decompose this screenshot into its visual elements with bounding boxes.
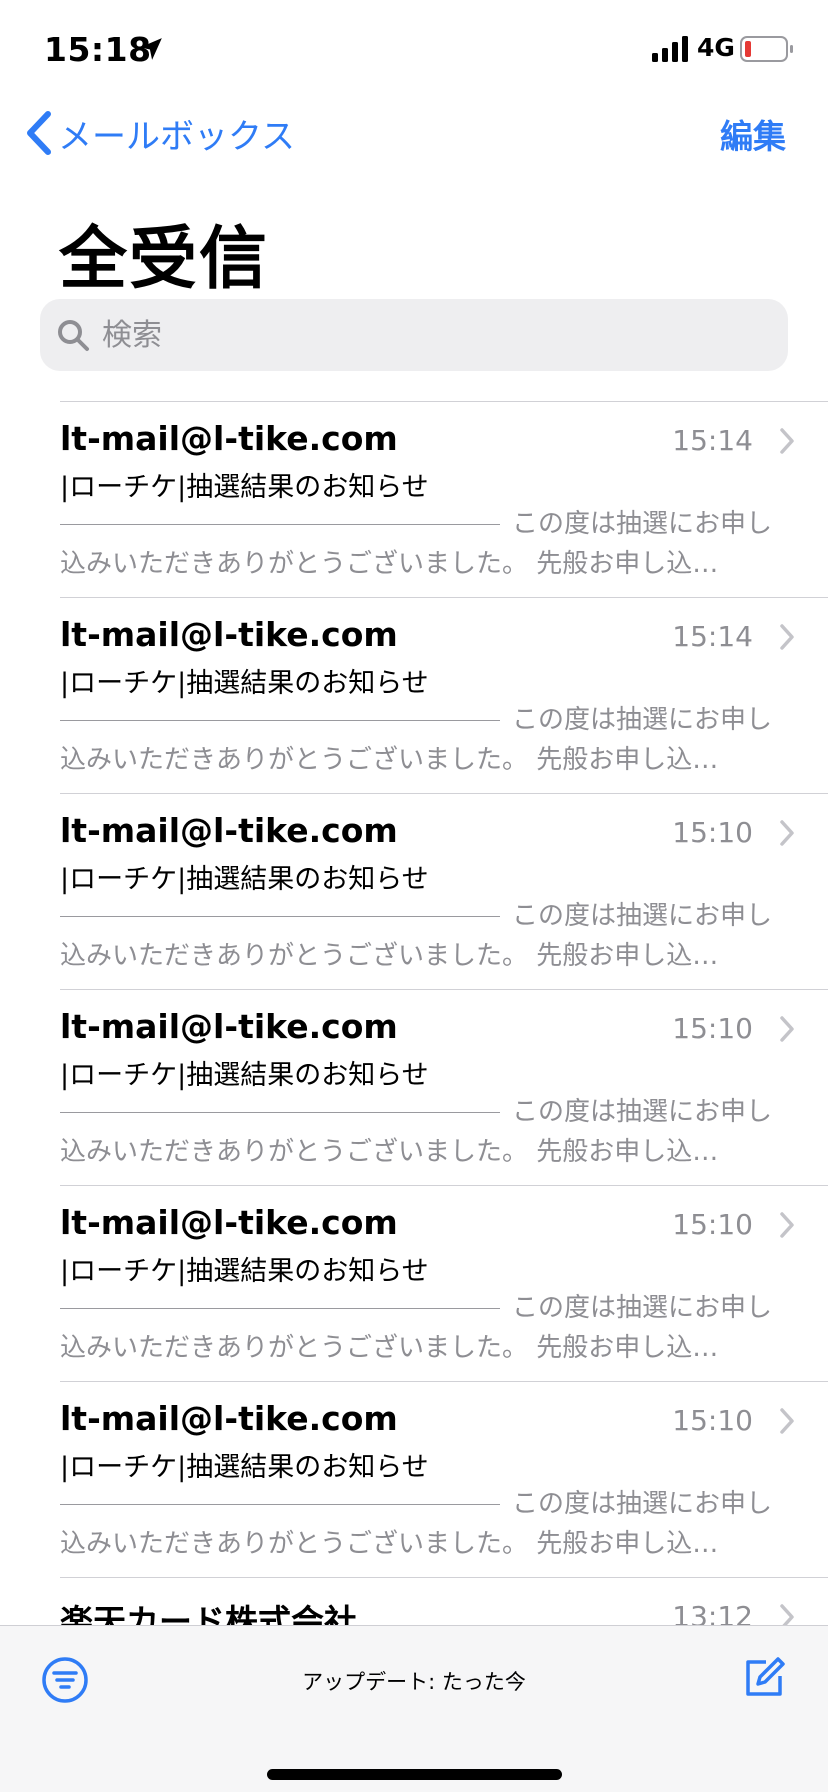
- chevron-right-icon: [780, 624, 794, 650]
- mail-time: 15:10: [672, 1404, 753, 1437]
- preview-line-1: この度は抽選にお申し: [511, 1097, 772, 1127]
- mail-subject: |ローチケ|抽選結果のお知らせ: [60, 1452, 429, 1483]
- mail-time: 15:14: [672, 424, 753, 457]
- page-title: 全受信: [59, 220, 270, 299]
- preview-divider: [60, 915, 500, 917]
- home-indicator: [267, 1769, 562, 1780]
- chevron-right-icon: [780, 428, 794, 454]
- mail-preview: この度は抽選にお申し 込みいただきありがとうございました。 先般お申し込…: [60, 896, 772, 980]
- preview-line-2: 込みいただきありがとうございました。 先般お申し込…: [60, 549, 719, 579]
- mail-time: 15:10: [672, 1012, 753, 1045]
- mail-item[interactable]: lt-mail@l-tike.com 15:10 |ローチケ|抽選結果のお知らせ…: [0, 1382, 828, 1578]
- mail-subject: |ローチケ|抽選結果のお知らせ: [60, 668, 429, 699]
- mail-item[interactable]: lt-mail@l-tike.com 15:14 |ローチケ|抽選結果のお知らせ…: [0, 598, 828, 794]
- mail-time: 15:14: [672, 620, 753, 653]
- mail-preview: この度は抽選にお申し 込みいただきありがとうございました。 先般お申し込…: [60, 1092, 772, 1176]
- chevron-right-icon: [780, 1016, 794, 1042]
- preview-divider: [60, 719, 500, 721]
- location-arrow-icon: [140, 38, 162, 60]
- chevron-left-icon: [27, 111, 51, 155]
- chevron-right-icon: [780, 820, 794, 846]
- status-bar: 15:18 4G: [0, 0, 828, 100]
- mail-sender: lt-mail@l-tike.com: [60, 419, 398, 458]
- preview-line-1: この度は抽選にお申し: [511, 1293, 772, 1323]
- edit-button[interactable]: 編集: [720, 110, 786, 158]
- mail-list: lt-mail@l-tike.com 15:14 |ローチケ|抽選結果のお知らせ…: [0, 402, 828, 1774]
- preview-divider: [60, 523, 500, 525]
- compose-icon[interactable]: [742, 1656, 786, 1700]
- mail-sender: lt-mail@l-tike.com: [60, 1007, 398, 1046]
- mail-screen: 15:18 4G メールボックス 編集 全受信 検索 lt-mail@l-tik…: [0, 0, 828, 1792]
- preview-divider: [60, 1307, 500, 1309]
- mail-preview: この度は抽選にお申し 込みいただきありがとうございました。 先般お申し込…: [60, 700, 772, 784]
- preview-line-1: この度は抽選にお申し: [511, 509, 772, 539]
- bottom-toolbar: アップデート: たった今: [0, 1625, 828, 1792]
- search-icon: [58, 320, 89, 351]
- mail-item[interactable]: lt-mail@l-tike.com 15:10 |ローチケ|抽選結果のお知らせ…: [0, 794, 828, 990]
- preview-divider: [60, 1503, 500, 1505]
- mail-sender: lt-mail@l-tike.com: [60, 1399, 398, 1438]
- back-button[interactable]: メールボックス: [24, 108, 295, 158]
- preview-line-2: 込みいただきありがとうございました。 先般お申し込…: [60, 1529, 719, 1559]
- search-bar[interactable]: [40, 299, 788, 371]
- preview-line-1: この度は抽選にお申し: [511, 1489, 772, 1519]
- battery-icon: [740, 36, 793, 62]
- search-input[interactable]: [102, 317, 702, 353]
- mail-item[interactable]: lt-mail@l-tike.com 15:10 |ローチケ|抽選結果のお知らせ…: [0, 990, 828, 1186]
- mail-subject: |ローチケ|抽選結果のお知らせ: [60, 864, 429, 895]
- mail-time: 15:10: [672, 1208, 753, 1241]
- preview-line-1: この度は抽選にお申し: [511, 901, 772, 931]
- update-status: アップデート: たった今: [302, 1670, 526, 1694]
- status-time: 15:18: [44, 30, 152, 69]
- mail-sender: lt-mail@l-tike.com: [60, 811, 398, 850]
- preview-line-2: 込みいただきありがとうございました。 先般お申し込…: [60, 1137, 719, 1167]
- mail-preview: この度は抽選にお申し 込みいただきありがとうございました。 先般お申し込…: [60, 504, 772, 588]
- preview-line-2: 込みいただきありがとうございました。 先般お申し込…: [60, 745, 719, 775]
- mail-subject: |ローチケ|抽選結果のお知らせ: [60, 1256, 429, 1287]
- mail-item[interactable]: lt-mail@l-tike.com 15:14 |ローチケ|抽選結果のお知らせ…: [0, 402, 828, 598]
- preview-line-2: 込みいただきありがとうございました。 先般お申し込…: [60, 941, 719, 971]
- preview-divider: [60, 1111, 500, 1113]
- mail-time: 15:10: [672, 816, 753, 849]
- mail-sender: lt-mail@l-tike.com: [60, 615, 398, 654]
- preview-line-2: 込みいただきありがとうございました。 先般お申し込…: [60, 1333, 719, 1363]
- mail-item[interactable]: lt-mail@l-tike.com 15:10 |ローチケ|抽選結果のお知らせ…: [0, 1186, 828, 1382]
- chevron-right-icon: [780, 1408, 794, 1434]
- chevron-right-icon: [780, 1212, 794, 1238]
- back-label: メールボックス: [58, 116, 295, 157]
- network-type: 4G: [697, 33, 735, 62]
- mail-subject: |ローチケ|抽選結果のお知らせ: [60, 472, 429, 503]
- mail-preview: この度は抽選にお申し 込みいただきありがとうございました。 先般お申し込…: [60, 1484, 772, 1568]
- preview-line-1: この度は抽選にお申し: [511, 705, 772, 735]
- mail-subject: |ローチケ|抽選結果のお知らせ: [60, 1060, 429, 1091]
- mail-sender: lt-mail@l-tike.com: [60, 1203, 398, 1242]
- mail-preview: この度は抽選にお申し 込みいただきありがとうございました。 先般お申し込…: [60, 1288, 772, 1372]
- cellular-signal-icon: [652, 36, 688, 62]
